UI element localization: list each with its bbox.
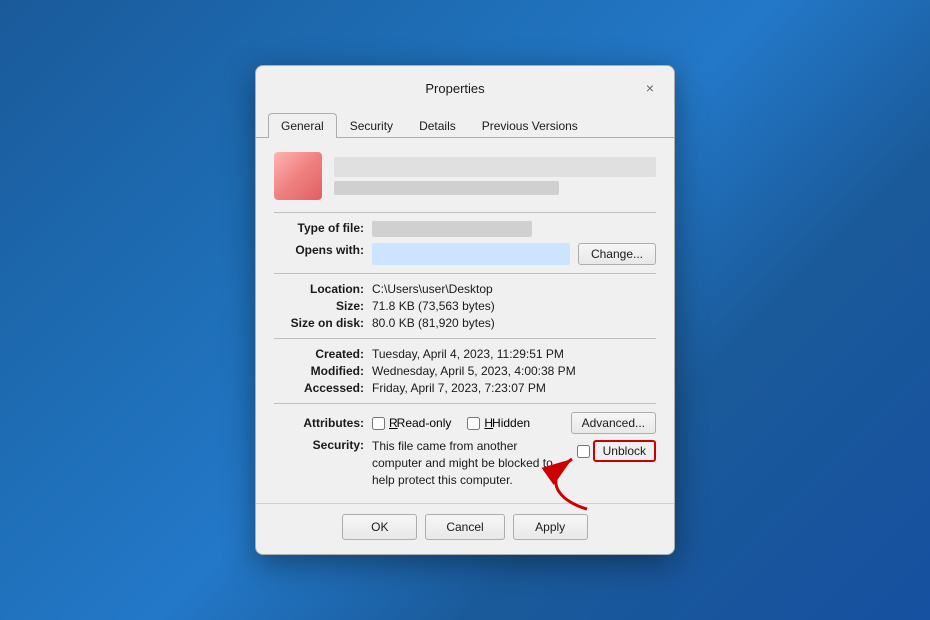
- size-label: Size:: [274, 299, 364, 313]
- separator-4: [274, 403, 656, 404]
- type-bar: [372, 221, 532, 237]
- created-value: Tuesday, April 4, 2023, 11:29:51 PM: [372, 347, 656, 361]
- unblock-button[interactable]: Unblock: [593, 440, 656, 462]
- location-value: C:\Users\user\Desktop: [372, 282, 656, 296]
- hidden-label: HHidden: [484, 416, 530, 430]
- file-name-container: [334, 157, 656, 195]
- file-name-bar: [334, 157, 656, 177]
- hidden-checkbox[interactable]: [467, 417, 480, 430]
- opens-with-label: Opens with:: [274, 243, 364, 265]
- attributes-controls: RRead-only HHidden Advanced...: [372, 412, 656, 434]
- attributes-row: Attributes: RRead-only HHidden Advanced.…: [274, 412, 656, 434]
- readonly-checkbox[interactable]: [372, 417, 385, 430]
- hidden-checkbox-label[interactable]: HHidden: [467, 416, 530, 430]
- attributes-label: Attributes:: [274, 416, 364, 430]
- size-on-disk-value: 80.0 KB (81,920 bytes): [372, 316, 656, 330]
- tabs-container: General Security Details Previous Versio…: [256, 104, 674, 138]
- cancel-button[interactable]: Cancel: [425, 514, 504, 540]
- separator-1: [274, 212, 656, 213]
- security-text: This file came from another computer and…: [372, 438, 567, 488]
- opens-with-row: Opens with: Change...: [274, 243, 656, 265]
- created-label: Created:: [274, 347, 364, 361]
- separator-2: [274, 273, 656, 274]
- tab-details[interactable]: Details: [406, 113, 469, 138]
- opens-with-bar: [372, 243, 570, 265]
- ok-button[interactable]: OK: [342, 514, 417, 540]
- type-of-file-value: [372, 221, 656, 237]
- tab-security[interactable]: Security: [337, 113, 406, 138]
- apply-button[interactable]: Apply: [513, 514, 588, 540]
- modified-label: Modified:: [274, 364, 364, 378]
- bottom-buttons: OK Cancel Apply: [256, 503, 674, 554]
- security-row: Security: This file came from another co…: [274, 438, 656, 488]
- file-ext-bar: [334, 181, 559, 195]
- type-row: Type of file:: [274, 221, 656, 237]
- properties-dialog: Properties × General Security Details Pr…: [255, 65, 675, 554]
- opens-with-value: Change...: [372, 243, 656, 265]
- readonly-label: RRead-only: [389, 416, 451, 430]
- readonly-checkbox-label[interactable]: RRead-only: [372, 416, 451, 430]
- unblock-wrapper: Unblock: [577, 438, 656, 462]
- security-content: This file came from another computer and…: [372, 438, 656, 488]
- dialog-title: Properties: [292, 81, 638, 96]
- change-button[interactable]: Change...: [578, 243, 656, 265]
- file-icon: [274, 152, 322, 200]
- modified-value: Wednesday, April 5, 2023, 4:00:38 PM: [372, 364, 656, 378]
- accessed-value: Friday, April 7, 2023, 7:23:07 PM: [372, 381, 656, 395]
- type-of-file-label: Type of file:: [274, 221, 364, 237]
- title-bar: Properties ×: [256, 66, 674, 100]
- file-info-grid: Location: C:\Users\user\Desktop Size: 71…: [274, 282, 656, 330]
- location-label: Location:: [274, 282, 364, 296]
- advanced-button[interactable]: Advanced...: [571, 412, 656, 434]
- accessed-label: Accessed:: [274, 381, 364, 395]
- general-tab-content: Type of file: Opens with: Change... Loca…: [256, 138, 674, 502]
- close-button[interactable]: ×: [638, 76, 662, 100]
- tab-previous-versions[interactable]: Previous Versions: [469, 113, 591, 138]
- separator-3: [274, 338, 656, 339]
- dates-grid: Created: Tuesday, April 4, 2023, 11:29:5…: [274, 347, 656, 395]
- unblock-checkbox[interactable]: [577, 445, 590, 458]
- size-on-disk-label: Size on disk:: [274, 316, 364, 330]
- security-label: Security:: [274, 438, 364, 452]
- file-header: [274, 152, 656, 200]
- size-value: 71.8 KB (73,563 bytes): [372, 299, 656, 313]
- tab-general[interactable]: General: [268, 113, 337, 138]
